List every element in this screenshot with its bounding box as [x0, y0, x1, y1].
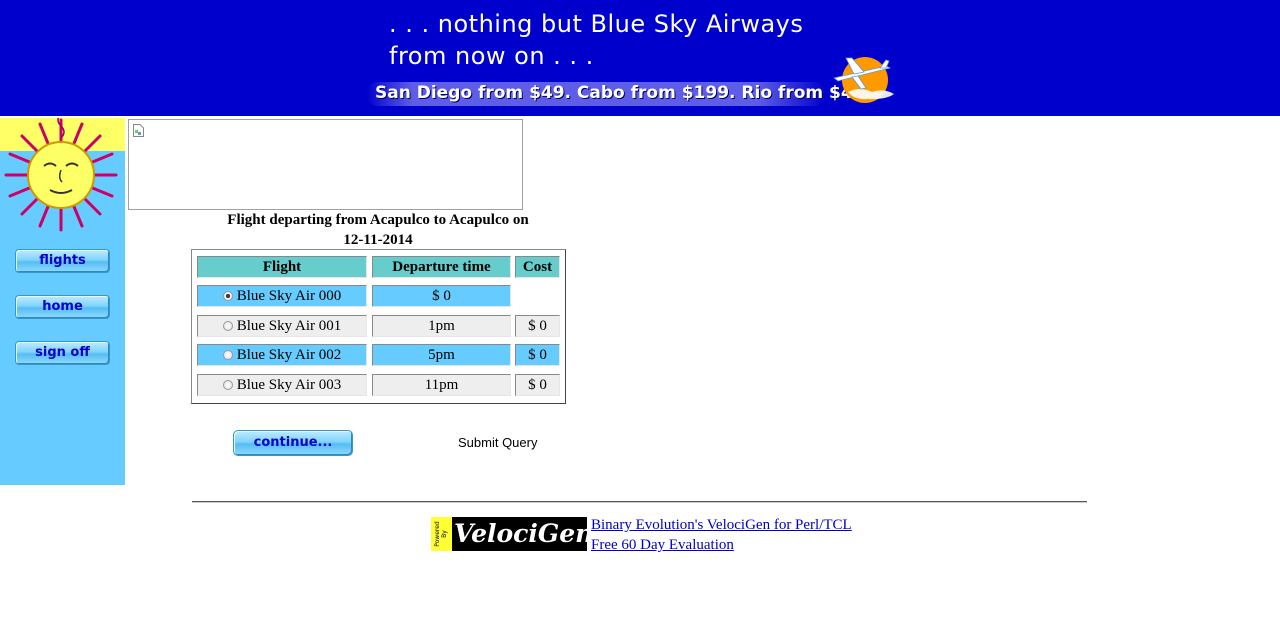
- flight-cell[interactable]: Blue Sky Air 000: [197, 285, 367, 307]
- promo-text: San Diego from $49. Cabo from $199. Rio …: [375, 83, 883, 103]
- flight-heading-route: Flight departing from Acapulco to Acapul…: [227, 212, 529, 228]
- header-banner: . . . nothing but Blue Sky Airways from …: [0, 0, 1280, 116]
- flights-button[interactable]: flights: [15, 249, 110, 273]
- free-evaluation-link[interactable]: Free 60 Day Evaluation: [591, 535, 734, 555]
- departure-cell: 11pm: [372, 374, 511, 396]
- flight-heading: Flight departing from Acapulco to Acapul…: [200, 210, 556, 250]
- velocigen-link[interactable]: Binary Evolution's VelociGen for Perl/TC…: [591, 515, 852, 535]
- flight-name: Blue Sky Air 000: [236, 288, 342, 304]
- home-button[interactable]: home: [15, 295, 110, 319]
- departure-cell: 1pm: [372, 315, 511, 337]
- continue-button[interactable]: continue...: [233, 430, 353, 456]
- flight-cell[interactable]: Blue Sky Air 003: [197, 374, 367, 396]
- sign-off-button[interactable]: sign off: [15, 341, 110, 365]
- sidebar: flights home sign off: [0, 118, 125, 485]
- column-header-flight: Flight: [197, 256, 367, 278]
- sun-logo: [0, 118, 125, 233]
- tagline-line2: from now on . . .: [389, 42, 594, 70]
- flight-name: Blue Sky Air 001: [236, 318, 342, 334]
- footer-divider: [192, 501, 1087, 503]
- flight-name: Blue Sky Air 003: [236, 377, 342, 393]
- powered-by-badge: Powered By: [431, 517, 452, 551]
- departure-cell: 5pm: [372, 344, 511, 366]
- powered-by-text: Powered By: [434, 521, 448, 547]
- cost-cell: $ 0: [515, 374, 560, 396]
- cost-cell: $ 0: [515, 315, 560, 337]
- submit-query-button[interactable]: Submit Query: [458, 435, 537, 450]
- flight-radio[interactable]: [222, 380, 233, 390]
- flight-radio[interactable]: [222, 350, 233, 360]
- flight-heading-date: 12-11-2014: [343, 232, 413, 248]
- velocigen-logo-text: VelociGen!: [454, 519, 605, 548]
- flight-radio[interactable]: [222, 321, 233, 331]
- sun-plane-logo: [833, 57, 894, 103]
- flight-radio[interactable]: [222, 291, 233, 301]
- flight-table: Flight Departure time Cost Blue Sky Air …: [191, 249, 566, 404]
- tagline-line1: . . . nothing but Blue Sky Airways: [389, 10, 804, 38]
- velocigen-logo[interactable]: Powered By VelociGen!: [431, 517, 605, 551]
- flight-cell[interactable]: Blue Sky Air 002: [197, 344, 367, 366]
- column-header-departure: Departure time: [372, 256, 511, 278]
- broken-image: [128, 119, 523, 210]
- departure-cell: $ 0: [372, 285, 511, 307]
- flight-cell[interactable]: Blue Sky Air 001: [197, 315, 367, 337]
- cost-cell: $ 0: [515, 344, 560, 366]
- column-header-cost: Cost: [515, 256, 560, 278]
- broken-image-icon: [133, 124, 144, 137]
- flight-name: Blue Sky Air 002: [236, 347, 342, 363]
